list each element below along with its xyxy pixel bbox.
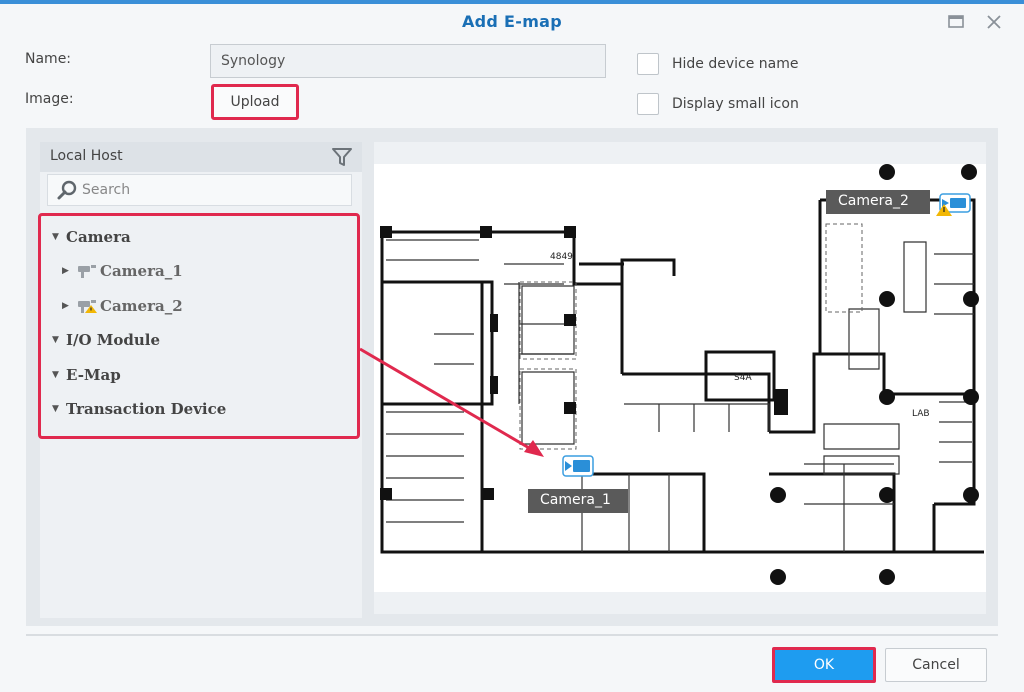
window-top-accent (0, 0, 1024, 4)
hide-device-name-label: Hide device name (672, 56, 799, 72)
ok-button[interactable]: OK (772, 647, 876, 683)
camera-2-map-marker[interactable] (936, 190, 972, 216)
camera-2-map-label[interactable]: Camera_2 (826, 190, 930, 214)
name-label: Name: (25, 51, 72, 67)
dialog-title: Add E-map (461, 12, 563, 31)
tree-item-transaction-device[interactable]: ▼ Transaction Device (52, 398, 226, 420)
caret-down-icon[interactable]: ▼ (52, 335, 66, 345)
camera-icon (78, 265, 96, 278)
hide-device-name-checkbox[interactable] (637, 53, 659, 75)
caret-right-icon[interactable]: ▶ (62, 301, 76, 311)
room-label-4849: 4849 (550, 252, 573, 262)
display-small-icon-label: Display small icon (672, 96, 799, 112)
upload-button[interactable]: Upload (211, 84, 299, 120)
tree-item-emap[interactable]: ▼ E-Map (52, 364, 121, 386)
tree-item-camera-2[interactable]: ▶ Camera_2 (62, 295, 183, 317)
maximize-icon[interactable] (946, 12, 966, 32)
room-label-lab: LAB (912, 409, 930, 419)
camera-1-map-marker[interactable] (560, 453, 596, 479)
floor-plan-map[interactable]: 4849 S4A LAB (374, 164, 986, 592)
room-label-s4a: S4A (734, 373, 752, 383)
tree-item-camera-1[interactable]: ▶ Camera_1 (62, 260, 183, 282)
search-placeholder: Search (82, 182, 131, 198)
tree-item-label: E-Map (66, 366, 121, 384)
tree-item-label: I/O Module (66, 331, 161, 349)
host-label: Local Host (50, 148, 123, 164)
display-small-icon-checkbox[interactable] (637, 93, 659, 115)
search-icon (57, 180, 77, 200)
filter-icon[interactable] (331, 146, 353, 168)
caret-down-icon[interactable]: ▼ (52, 404, 66, 414)
footer-divider (26, 634, 998, 636)
tree-item-label: Camera_1 (100, 262, 183, 280)
tree-item-label: Camera_2 (100, 297, 183, 315)
tree-item-camera[interactable]: ▼ Camera (52, 226, 131, 248)
close-icon[interactable] (984, 12, 1004, 32)
tree-item-io-module[interactable]: ▼ I/O Module (52, 329, 160, 351)
cancel-button[interactable]: Cancel (885, 648, 987, 682)
tree-item-label: Transaction Device (66, 400, 227, 418)
camera-warning-icon (78, 300, 97, 313)
name-input[interactable]: Synology (210, 44, 606, 78)
tree-item-label: Camera (66, 228, 131, 246)
caret-down-icon[interactable]: ▼ (52, 370, 66, 380)
camera-1-map-label[interactable]: Camera_1 (528, 489, 628, 513)
caret-right-icon[interactable]: ▶ (62, 266, 76, 276)
image-label: Image: (25, 91, 74, 107)
caret-down-icon[interactable]: ▼ (52, 232, 66, 242)
